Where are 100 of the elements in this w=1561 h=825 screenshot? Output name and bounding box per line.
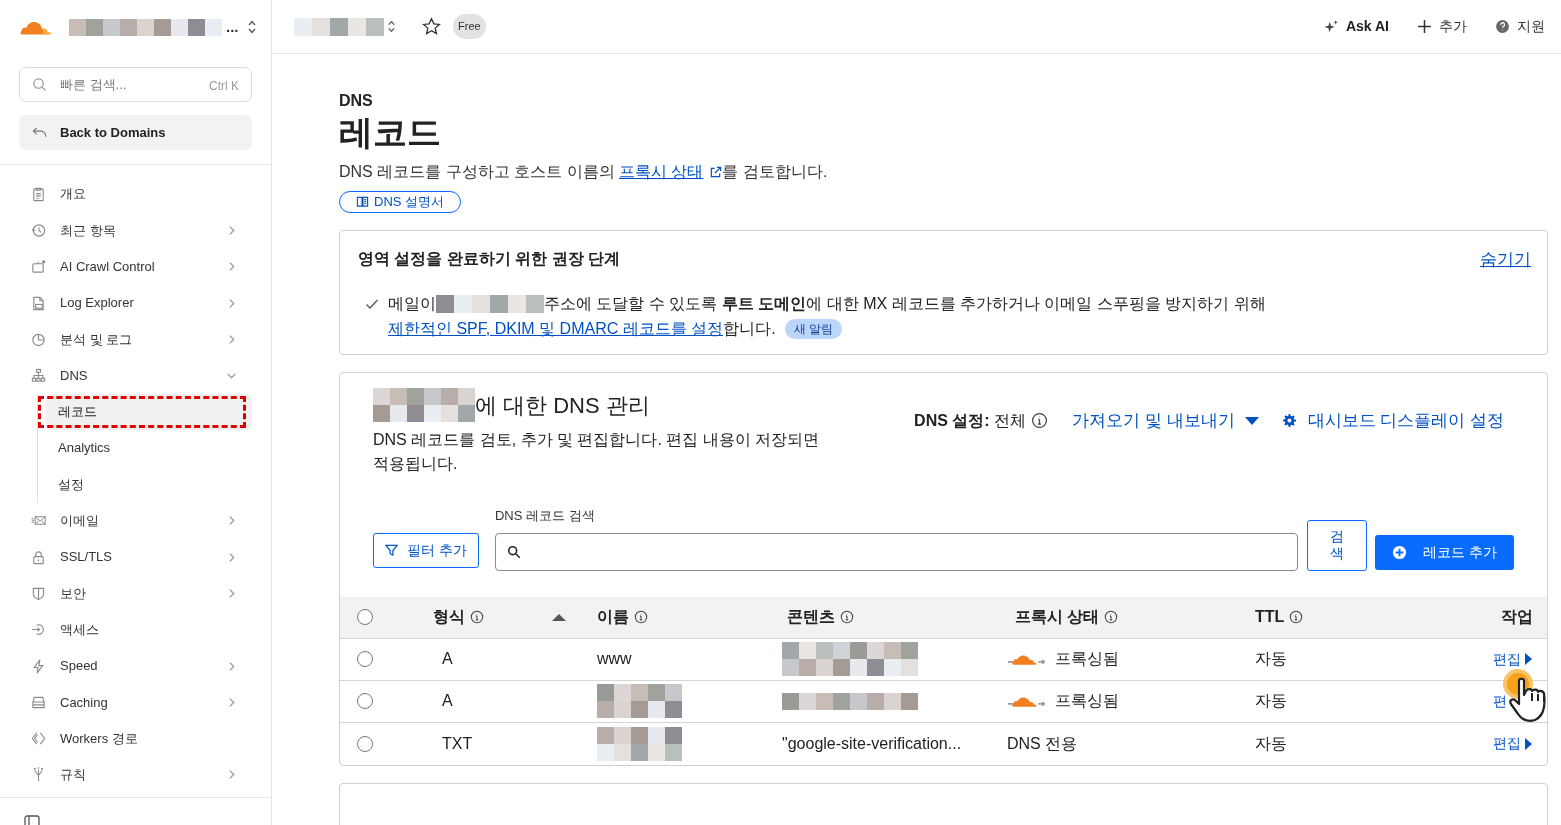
card-title: 에 대한 DNS 관리 <box>475 391 650 420</box>
enter-icon <box>31 622 46 638</box>
new-badge: 새 알림 <box>784 318 842 339</box>
page-eyebrow: DNS <box>339 91 374 111</box>
proxied-cloud-icon <box>1007 652 1045 666</box>
display-settings-button[interactable]: 대시보드 디스플레이 설정 <box>1282 408 1504 434</box>
sidebar-item[interactable]: 최근 항목 <box>19 212 252 249</box>
edit-link[interactable]: 편 <box>1493 690 1507 712</box>
top-action-button[interactable]: Ask AI <box>1323 16 1389 37</box>
column-header[interactable]: 작업 <box>1442 605 1547 629</box>
sort-ascending-icon[interactable] <box>552 613 566 621</box>
sidebar-item[interactable]: 보안 <box>19 575 252 612</box>
column-header[interactable]: 형식 <box>410 605 540 629</box>
sidebar-item[interactable]: 개요 <box>19 176 252 213</box>
card-description: DNS 레코드를 검토, 추가 및 편집합니다. 편집 내용이 저장되면 적용됩니다. <box>373 430 821 474</box>
checkbox[interactable] <box>357 693 373 709</box>
bolt-icon <box>31 658 46 674</box>
page-title: 레코드 <box>339 112 442 153</box>
checkbox[interactable] <box>357 735 373 752</box>
column-header[interactable]: TTL <box>1242 605 1442 629</box>
top-action-button[interactable]: 추가 <box>1417 16 1467 37</box>
chevron-updown-icon[interactable] <box>247 19 257 35</box>
back-button[interactable]: Back to Domains <box>19 115 252 150</box>
sidebar-item[interactable]: Speed <box>19 647 252 685</box>
search-icon <box>506 544 521 559</box>
filter-icon <box>385 543 398 557</box>
table-cell-text: www <box>597 649 632 669</box>
table-cell-text: A <box>441 691 454 711</box>
edit-link[interactable]: 편집 <box>1493 733 1532 754</box>
sidebar-item[interactable]: AI Crawl Control <box>19 248 252 285</box>
sidebar-item[interactable]: SSL/TLS <box>19 538 252 576</box>
sidebar-item[interactable]: 규칙 <box>19 756 252 794</box>
add-filter-button[interactable]: 필터 추가 <box>373 532 479 568</box>
sidebar-item[interactable]: 이메일 <box>19 502 252 539</box>
checkbox[interactable] <box>357 609 373 625</box>
robot-icon <box>31 259 46 275</box>
caret-right-icon <box>1525 653 1532 665</box>
search-icon <box>32 77 47 92</box>
sidebar-item[interactable]: 액세스 <box>19 611 252 648</box>
plus-circle-icon <box>1392 544 1408 560</box>
sidebar-item[interactable]: DNS <box>19 357 252 394</box>
external-link-icon <box>709 165 723 179</box>
check-icon <box>365 297 379 311</box>
recommendation-text: 주소에 도달할 수 있도록 루트 도메인에 대한 MX 레코드를 추가하거나 이메일 스푸핑을 방지하기 위해 <box>544 294 1266 314</box>
page-description: DNS 레코드를 구성하고 호스트 이름의 프록시 상태 를 검토합니다. <box>339 161 1548 183</box>
top-action-button[interactable]: 지원 <box>1495 16 1545 37</box>
hide-link[interactable]: 숨기기 <box>1480 246 1531 272</box>
sidebar-item[interactable]: Caching <box>19 684 252 721</box>
proxied-cloud-icon <box>1007 694 1045 708</box>
proxy-status: DNS 전용 <box>1007 733 1078 754</box>
table-cell-text: 자동 <box>1254 691 1288 711</box>
sidebar-subitem[interactable]: 설정 <box>46 466 252 503</box>
diamond-icon <box>31 731 46 747</box>
column-header[interactable]: 콘텐츠 <box>780 605 1002 629</box>
sidebar-subitem[interactable]: Analytics <box>46 430 252 467</box>
network-icon <box>31 368 46 384</box>
caret-down-icon <box>1244 416 1259 425</box>
shortcut-hint: Ctrl K <box>209 78 239 95</box>
clock-icon <box>31 222 46 238</box>
chevron-updown-icon <box>387 19 396 34</box>
recommendation-text: 메일이 <box>388 294 436 314</box>
star-icon[interactable] <box>422 17 441 36</box>
add-record-button[interactable]: 레코드 추가 <box>1375 534 1514 570</box>
clipboard-icon <box>31 186 46 202</box>
proxy-status: 프록싱됨 <box>1055 691 1119 711</box>
table-cell-text: A <box>441 649 454 669</box>
sidebar-item[interactable]: 분석 및 로그 <box>19 321 252 358</box>
drive-icon <box>31 694 46 710</box>
plan-badge: Free <box>453 14 486 39</box>
column-header[interactable]: 프록시 상태 <box>1002 605 1242 629</box>
help-icon <box>1495 19 1510 34</box>
fork-icon <box>31 767 46 783</box>
sidebar-item[interactable]: Log Explorer <box>19 284 252 322</box>
caret-right-icon <box>1525 737 1532 750</box>
recommendation-text: 합니다. <box>723 319 776 339</box>
document-icon <box>31 295 46 311</box>
card-title: 영역 설정을 완료하기 위한 권장 단계 <box>358 248 621 269</box>
column-header[interactable]: 이름 <box>590 605 780 629</box>
plus-icon <box>1417 19 1432 34</box>
sparkle-icon <box>1323 19 1339 34</box>
edit-link[interactable]: 편집 <box>1493 648 1532 670</box>
records-search-field[interactable] <box>494 532 1299 571</box>
search-label: DNS 레코드 검색 <box>494 507 596 525</box>
info-icon[interactable] <box>1031 412 1049 430</box>
import-export-dropdown[interactable]: 가져오기 및 내보내기 <box>1072 408 1259 434</box>
dns-setting-text: DNS 설정: 전체 <box>914 410 1027 431</box>
gear-icon <box>1282 414 1296 428</box>
sidebar-item[interactable]: Workers 경로 <box>19 720 252 757</box>
table-cell-text: "google-site-verification... <box>782 733 962 754</box>
table-cell-text: 자동 <box>1254 649 1288 669</box>
shield-icon <box>31 585 46 601</box>
search-button[interactable]: 검색 <box>1307 519 1368 571</box>
dmarc-link[interactable]: 제한적인 SPF, DKIM 및 DMARC 레코드를 설정 <box>388 316 724 341</box>
account-switcher[interactable]: ... <box>69 15 239 39</box>
lock-icon <box>31 549 46 565</box>
checkbox[interactable] <box>357 651 373 667</box>
proxy-status: 프록싱됨 <box>1055 649 1119 669</box>
proxy-status-link[interactable]: 프록시 상태 <box>619 161 723 183</box>
pie-icon <box>31 331 46 347</box>
sidebar-subitem[interactable]: 레코드 <box>46 393 252 431</box>
